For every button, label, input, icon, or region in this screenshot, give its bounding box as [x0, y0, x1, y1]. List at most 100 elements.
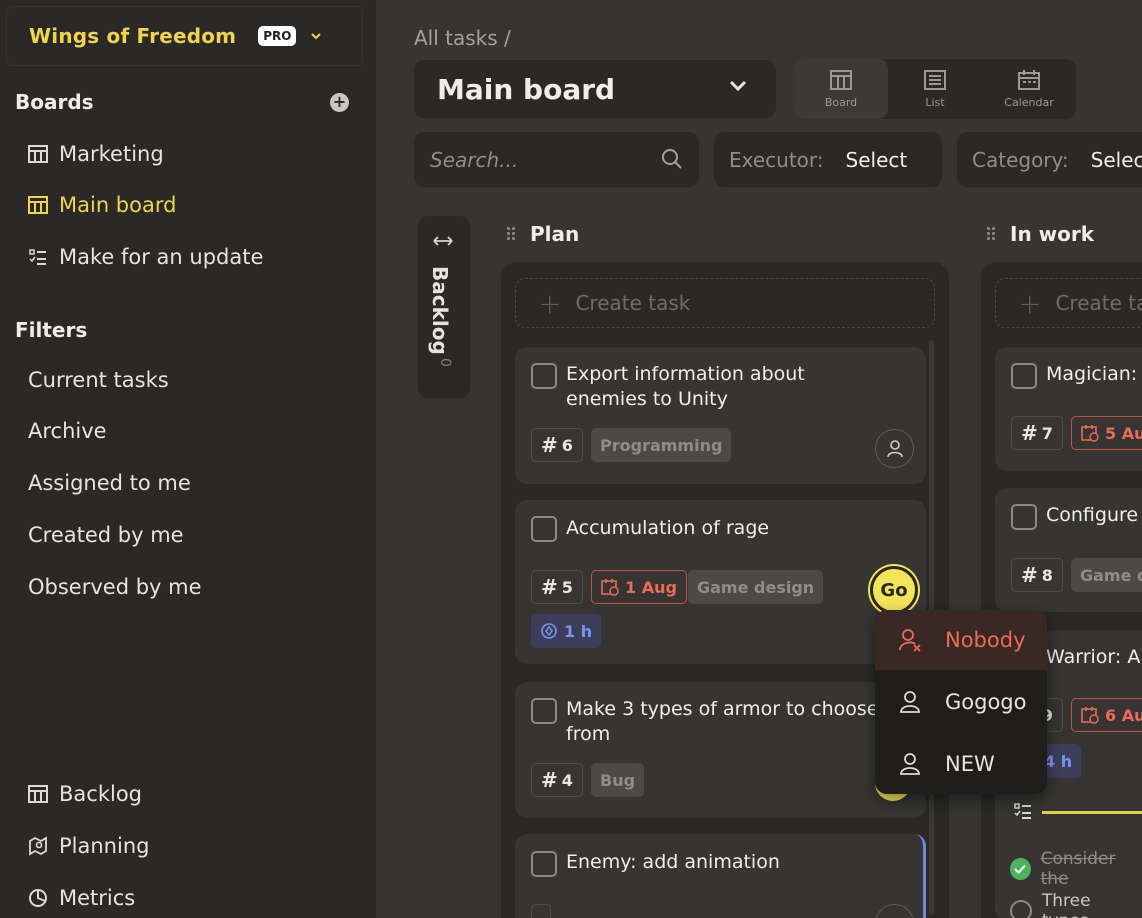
executor-label: Executor:	[729, 147, 824, 172]
assignee-avatar[interactable]: Go	[870, 566, 918, 614]
sidebar-item-label: Main board	[59, 193, 177, 217]
sidebar-item-main-board[interactable]: Main board	[28, 190, 176, 220]
task-checkbox[interactable]	[1011, 363, 1037, 389]
task-card[interactable]: Export information about enemies to Unit…	[515, 347, 926, 484]
time-estimate-tag: 1 h	[531, 614, 602, 648]
sidebar-item-metrics[interactable]: Metrics	[28, 883, 135, 913]
task-number-value: 6	[561, 435, 573, 455]
assignee-option-new[interactable]: NEW	[875, 734, 1047, 794]
assign-user-button[interactable]	[875, 904, 914, 918]
subtask-item[interactable]: Three types	[1010, 891, 1142, 918]
timer-icon	[541, 623, 557, 639]
sidebar-item-marketing[interactable]: Marketing	[28, 139, 164, 169]
view-label: Calendar	[1004, 95, 1054, 109]
task-card[interactable]: Configure #8 Game d	[995, 488, 1142, 612]
task-number-value: 5	[561, 577, 573, 597]
breadcrumb[interactable]: All tasks /	[414, 26, 511, 50]
time-estimate-value: 4 h	[1044, 751, 1073, 771]
executor-filter[interactable]: Executor: Select	[714, 132, 942, 187]
task-checkbox[interactable]	[531, 698, 557, 724]
task-title-line: from	[566, 723, 611, 745]
view-list-button[interactable]: List	[888, 59, 982, 119]
sidebar-item-planning[interactable]: Planning	[28, 831, 149, 861]
time-estimate-value: 1 h	[564, 621, 593, 641]
pro-badge: PRO	[258, 26, 297, 46]
sidebar-item-label: Planning	[59, 834, 150, 858]
subtask-item[interactable]: Consider the	[1010, 849, 1142, 889]
task-card[interactable]: Accumulation of rage #5 1 Aug Game desig…	[515, 500, 926, 664]
filter-assigned-to-me[interactable]: Assigned to me	[28, 471, 191, 495]
pie-chart-icon	[28, 888, 50, 908]
drag-handle-icon[interactable]	[986, 226, 996, 242]
task-number: #6	[531, 428, 583, 462]
create-task-button[interactable]: + Create task	[515, 278, 935, 328]
assignee-option-gogogo[interactable]: Gogogo	[875, 672, 1047, 732]
task-title: Make 3 types of armor to choose from	[566, 697, 879, 747]
calendar-clock-icon	[1081, 707, 1099, 724]
search-placeholder: Search...	[430, 147, 519, 172]
task-card[interactable]: Make 3 types of armor to choose from #4 …	[515, 682, 926, 818]
circle-icon[interactable]	[1010, 900, 1032, 918]
sidebar-item-make-for-an-update[interactable]: Make for an update	[28, 242, 263, 272]
sidebar-item-label: Backlog	[59, 782, 142, 806]
add-board-button[interactable]: +	[330, 93, 349, 112]
task-title: Enemy: add animation	[566, 851, 780, 873]
task-number: #8	[1011, 558, 1063, 592]
list-icon	[924, 69, 946, 90]
filter-observed-by-me[interactable]: Observed by me	[28, 575, 202, 599]
task-checkbox[interactable]	[531, 851, 557, 877]
board-icon	[830, 69, 852, 90]
task-checkbox[interactable]	[531, 363, 557, 389]
workspace-switcher[interactable]: Wings of Freedom PRO	[6, 6, 363, 66]
map-pin-icon	[28, 836, 50, 856]
filter-current-tasks[interactable]: Current tasks	[28, 368, 169, 392]
user-icon	[900, 753, 920, 775]
create-task-button[interactable]: + Create task	[995, 278, 1142, 328]
view-label: List	[925, 95, 945, 109]
board-selector[interactable]: Main board	[414, 60, 776, 118]
task-title-line: enemies to Unity	[566, 388, 728, 410]
category-tag: Bug	[591, 763, 645, 797]
task-card[interactable]: Magician: #7 5 Aug	[995, 347, 1142, 471]
view-switcher: Board List Calendar	[794, 59, 1076, 119]
column-title: In work	[1010, 222, 1095, 246]
check-circle-icon[interactable]	[1010, 858, 1031, 880]
task-number: #7	[1011, 416, 1063, 450]
view-board-button[interactable]: Board	[794, 59, 888, 119]
task-card[interactable]: Enemy: add animation	[515, 834, 926, 918]
calendar-icon	[1018, 69, 1040, 90]
task-title-line: Export information about	[566, 363, 805, 385]
assignee-option-nobody[interactable]: Nobody	[875, 610, 1047, 670]
search-field[interactable]: Search...	[414, 132, 699, 187]
category-tag: Game design	[688, 570, 824, 604]
sidebar-item-label: Marketing	[59, 142, 164, 166]
chevron-down-icon	[728, 78, 748, 97]
subtask-label: Three types	[1041, 891, 1091, 918]
assign-user-button[interactable]	[875, 429, 914, 468]
task-checkbox[interactable]	[531, 516, 557, 542]
filters-heading: Filters	[15, 318, 88, 342]
view-calendar-button[interactable]: Calendar	[982, 59, 1076, 119]
filter-archive[interactable]: Archive	[28, 419, 107, 443]
filter-created-by-me[interactable]: Created by me	[28, 523, 184, 547]
task-checkbox[interactable]	[1011, 504, 1037, 530]
plus-icon: +	[538, 286, 562, 320]
column-header-in-work[interactable]: In work	[986, 222, 1094, 246]
executor-value: Select	[845, 147, 908, 172]
sidebar-item-backlog[interactable]: Backlog	[28, 779, 142, 809]
due-date-tag: 5 Aug	[1071, 416, 1142, 450]
column-header-plan[interactable]: Plan	[506, 222, 579, 246]
calendar-clock-icon	[1081, 425, 1099, 442]
task-title: Configure	[1046, 504, 1139, 526]
user-icon	[886, 439, 903, 457]
expand-arrows-icon[interactable]	[432, 232, 454, 251]
due-date-value: 5 Aug	[1105, 423, 1142, 443]
category-filter[interactable]: Category: Select	[957, 132, 1142, 187]
calendar-clock-icon	[601, 579, 619, 596]
drag-handle-icon[interactable]	[506, 226, 516, 242]
boards-heading: Boards	[15, 90, 94, 114]
checklist-progress-bar	[1042, 811, 1142, 814]
task-number	[531, 904, 551, 918]
task-number-value: 8	[1041, 565, 1053, 585]
backlog-column-collapsed[interactable]: Backlog 0	[418, 216, 470, 398]
